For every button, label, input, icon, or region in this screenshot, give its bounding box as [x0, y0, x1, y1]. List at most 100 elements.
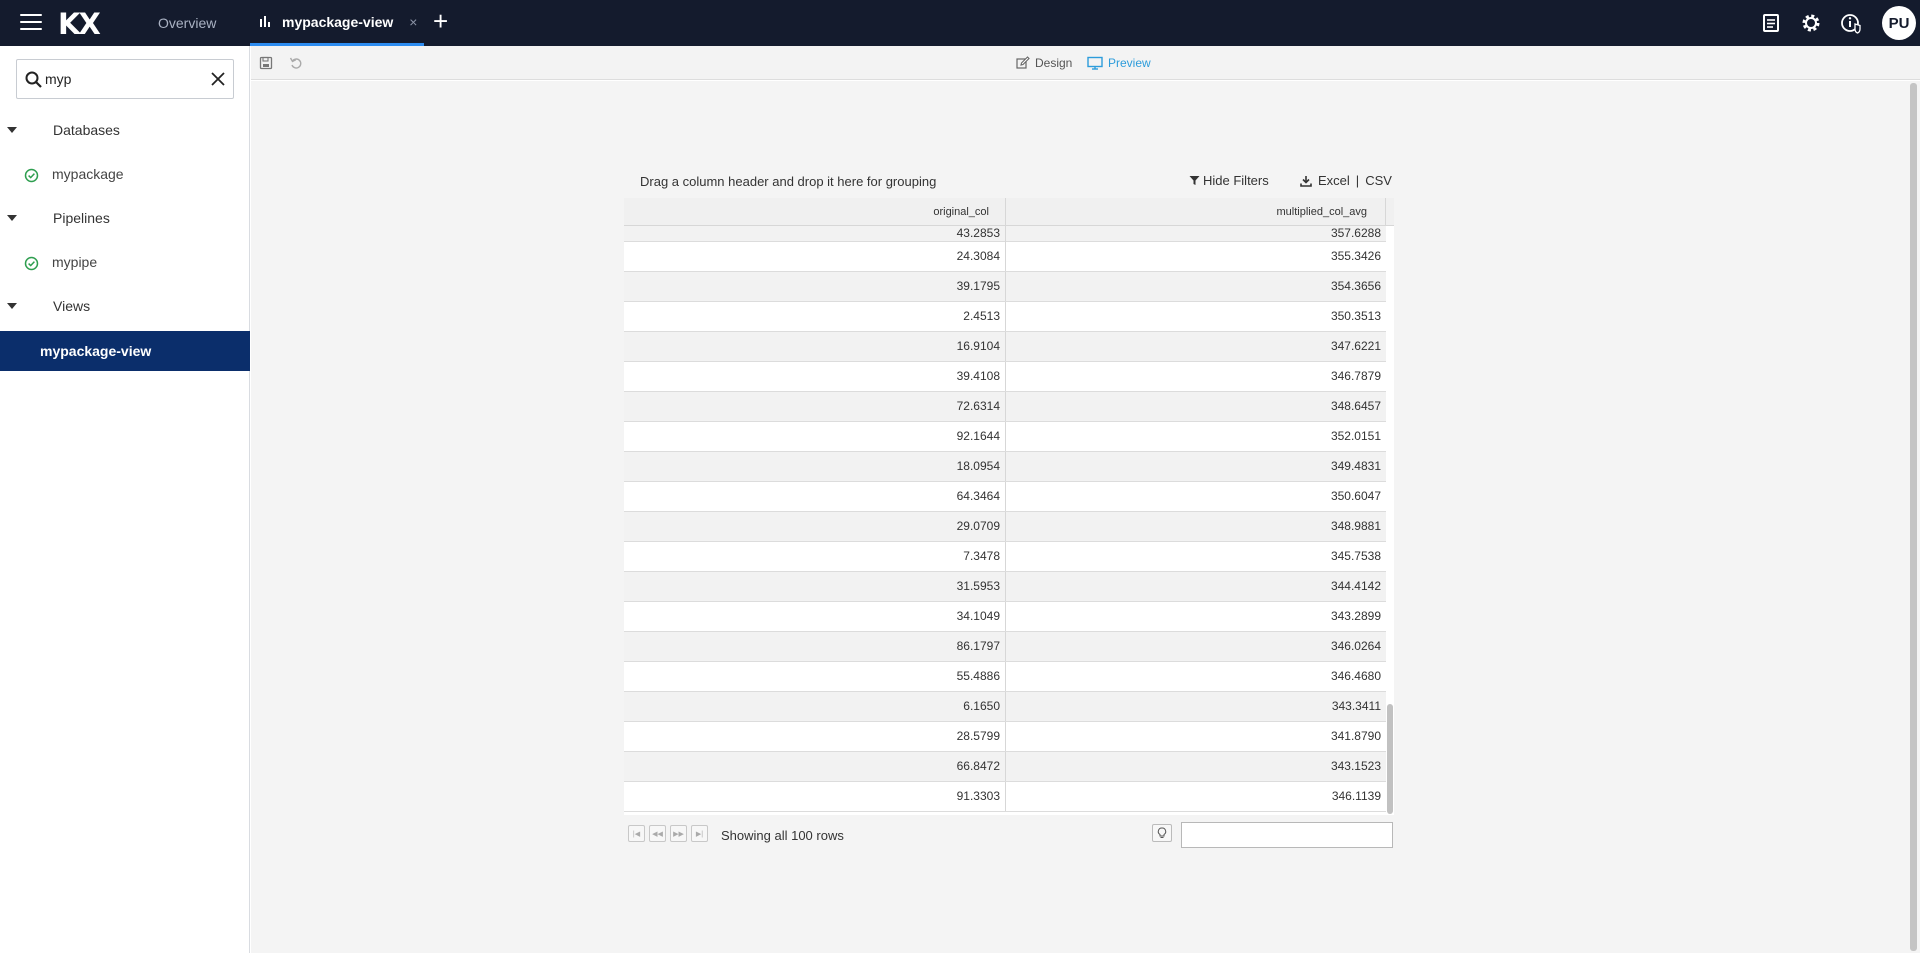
table-row[interactable]: 34.1049 343.2899 — [624, 602, 1386, 632]
cell-original-col[interactable]: 64.3464 — [624, 482, 1006, 511]
canvas-scroll-thumb[interactable] — [1910, 83, 1917, 951]
add-tab-button[interactable]: + — [433, 8, 448, 34]
cell-original-col[interactable]: 16.9104 — [624, 332, 1006, 361]
cell-original-col[interactable]: 31.5953 — [624, 572, 1006, 601]
preview-mode-button[interactable]: Preview — [1087, 55, 1151, 71]
hide-filters-button[interactable]: Hide Filters — [1189, 173, 1269, 188]
table-row[interactable]: 39.1795 354.3656 — [624, 272, 1386, 302]
cell-multiplied-col-avg[interactable]: 344.4142 — [1006, 572, 1386, 601]
cell-original-col[interactable]: 29.0709 — [624, 512, 1006, 541]
column-header-multiplied-col-avg[interactable]: multiplied_col_avg — [1006, 198, 1386, 226]
info-shield-icon[interactable] — [1840, 12, 1862, 34]
tab-mypackage-view[interactable]: mypackage-view × — [250, 0, 424, 46]
cell-multiplied-col-avg[interactable]: 354.3656 — [1006, 272, 1386, 301]
cell-multiplied-col-avg[interactable]: 343.2899 — [1006, 602, 1386, 631]
close-tab-icon[interactable]: × — [409, 14, 417, 30]
grid-body[interactable]: 43.2853 357.6288 24.3084 355.3426 39.1795 354… — [624, 226, 1386, 815]
table-row[interactable]: 64.3464 350.6047 — [624, 482, 1386, 512]
pager-search-input[interactable] — [1181, 822, 1393, 848]
grid-scroll-thumb[interactable] — [1387, 704, 1393, 814]
cell-multiplied-col-avg[interactable]: 350.6047 — [1006, 482, 1386, 511]
table-row[interactable]: 39.4108 346.7879 — [624, 362, 1386, 392]
tab-overview[interactable]: Overview — [158, 0, 216, 46]
cell-multiplied-col-avg[interactable]: 352.0151 — [1006, 422, 1386, 451]
next-page-button[interactable]: ▶▶ — [670, 825, 687, 842]
last-page-button[interactable]: ▶| — [691, 825, 708, 842]
cell-original-col[interactable]: 72.6314 — [624, 392, 1006, 421]
tree-item-mypipe[interactable]: mypipe — [0, 245, 250, 279]
cell-original-col[interactable]: 66.8472 — [624, 752, 1006, 781]
cell-original-col[interactable]: 18.0954 — [624, 452, 1006, 481]
notes-icon[interactable] — [1760, 12, 1782, 34]
clear-search-icon[interactable] — [209, 70, 227, 88]
cell-multiplied-col-avg[interactable]: 346.7879 — [1006, 362, 1386, 391]
cell-multiplied-col-avg[interactable]: 347.6221 — [1006, 332, 1386, 361]
save-icon[interactable] — [259, 56, 273, 70]
cell-original-col[interactable]: 43.2853 — [624, 226, 1006, 242]
cell-multiplied-col-avg[interactable]: 349.4831 — [1006, 452, 1386, 481]
design-mode-button[interactable]: Design — [1016, 55, 1072, 71]
cell-multiplied-col-avg[interactable]: 350.3513 — [1006, 302, 1386, 331]
caret-down-icon[interactable] — [7, 127, 17, 133]
cell-original-col[interactable]: 86.1797 — [624, 632, 1006, 661]
cell-multiplied-col-avg[interactable]: 348.9881 — [1006, 512, 1386, 541]
kx-logo[interactable]: KX — [58, 7, 101, 41]
cell-original-col[interactable]: 34.1049 — [624, 602, 1006, 631]
cell-multiplied-col-avg[interactable]: 345.7538 — [1006, 542, 1386, 571]
lightbulb-icon[interactable] — [1152, 824, 1172, 842]
caret-down-icon[interactable] — [7, 215, 17, 221]
cell-original-col[interactable]: 92.1644 — [624, 422, 1006, 451]
grouping-drop-zone[interactable]: Drag a column header and drop it here fo… — [624, 164, 1394, 198]
caret-down-icon[interactable] — [7, 303, 17, 309]
cell-multiplied-col-avg[interactable]: 341.8790 — [1006, 722, 1386, 751]
table-row[interactable]: 43.2853 357.6288 — [624, 226, 1386, 242]
table-row[interactable]: 18.0954 349.4831 — [624, 452, 1386, 482]
cell-original-col[interactable]: 39.4108 — [624, 362, 1006, 391]
excel-export-link[interactable]: Excel — [1318, 173, 1350, 188]
cell-original-col[interactable]: 2.4513 — [624, 302, 1006, 331]
tree-group-pipelines[interactable]: Pipelines — [0, 202, 250, 234]
table-row[interactable]: 55.4886 346.4680 — [624, 662, 1386, 692]
cell-multiplied-col-avg[interactable]: 343.3411 — [1006, 692, 1386, 721]
cell-original-col[interactable]: 7.3478 — [624, 542, 1006, 571]
table-row[interactable]: 28.5799 341.8790 — [624, 722, 1386, 752]
undo-icon[interactable] — [289, 56, 303, 70]
prev-page-button[interactable]: ◀◀ — [649, 825, 666, 842]
grid-scrollbar[interactable] — [1386, 226, 1394, 815]
table-row[interactable]: 7.3478 345.7538 — [624, 542, 1386, 572]
tree-item-mypackage-view[interactable]: mypackage-view — [0, 331, 250, 371]
canvas-scrollbar[interactable] — [1908, 81, 1920, 953]
column-header-original-col[interactable]: original_col — [624, 198, 1006, 226]
table-row[interactable]: 91.3303 346.1139 — [624, 782, 1386, 812]
cell-multiplied-col-avg[interactable]: 346.0264 — [1006, 632, 1386, 661]
menu-icon[interactable] — [20, 14, 42, 32]
table-row[interactable]: 31.5953 344.4142 — [624, 572, 1386, 602]
table-row[interactable]: 16.9104 347.6221 — [624, 332, 1386, 362]
table-row[interactable]: 86.1797 346.0264 — [624, 632, 1386, 662]
cell-original-col[interactable]: 24.3084 — [624, 242, 1006, 271]
cell-multiplied-col-avg[interactable]: 346.4680 — [1006, 662, 1386, 691]
table-row[interactable]: 92.1644 352.0151 — [624, 422, 1386, 452]
search-input[interactable] — [45, 68, 205, 90]
cell-multiplied-col-avg[interactable]: 348.6457 — [1006, 392, 1386, 421]
cell-multiplied-col-avg[interactable]: 355.3426 — [1006, 242, 1386, 271]
cell-original-col[interactable]: 6.1650 — [624, 692, 1006, 721]
table-row[interactable]: 2.4513 350.3513 — [624, 302, 1386, 332]
tree-group-views[interactable]: Views — [0, 290, 250, 322]
cell-multiplied-col-avg[interactable]: 346.1139 — [1006, 782, 1386, 811]
cell-original-col[interactable]: 28.5799 — [624, 722, 1006, 751]
cell-original-col[interactable]: 91.3303 — [624, 782, 1006, 811]
table-row[interactable]: 72.6314 348.6457 — [624, 392, 1386, 422]
table-row[interactable]: 66.8472 343.1523 — [624, 752, 1386, 782]
tree-group-databases[interactable]: Databases — [0, 114, 250, 146]
table-row[interactable]: 6.1650 343.3411 — [624, 692, 1386, 722]
cell-multiplied-col-avg[interactable]: 357.6288 — [1006, 226, 1386, 242]
cell-original-col[interactable]: 55.4886 — [624, 662, 1006, 691]
user-avatar[interactable]: PU — [1882, 6, 1916, 40]
tree-item-mypackage[interactable]: mypackage — [0, 157, 250, 191]
gear-icon[interactable] — [1800, 12, 1822, 34]
search-field[interactable] — [16, 59, 234, 99]
cell-multiplied-col-avg[interactable]: 343.1523 — [1006, 752, 1386, 781]
table-row[interactable]: 24.3084 355.3426 — [624, 242, 1386, 272]
cell-original-col[interactable]: 39.1795 — [624, 272, 1006, 301]
